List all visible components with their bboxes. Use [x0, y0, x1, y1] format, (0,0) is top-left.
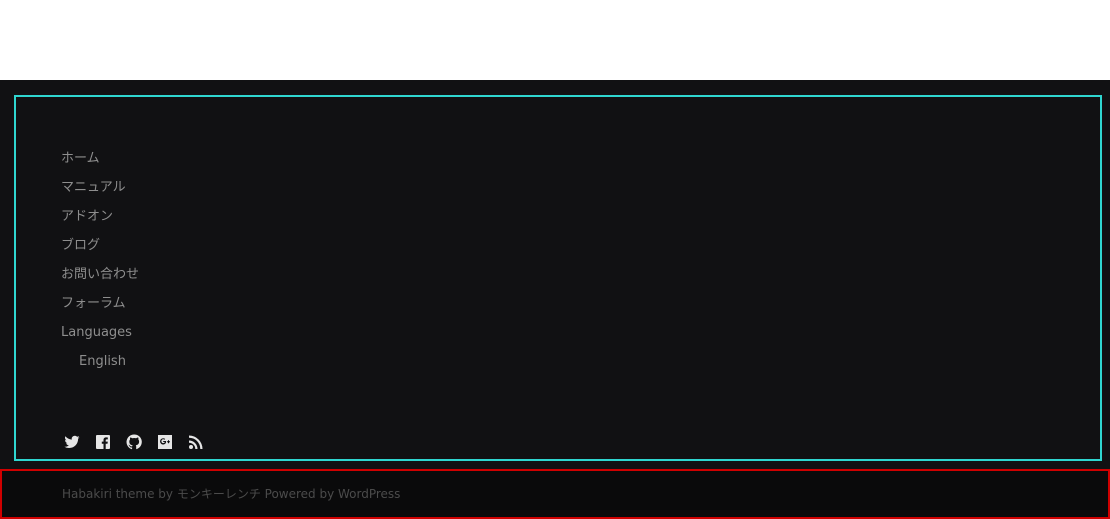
site-info-bar: Habakiri theme by モンキーレンチ Powered by Wor…: [0, 469, 1110, 519]
rss-icon[interactable]: [186, 432, 205, 451]
menu-item-addons[interactable]: アドオン: [61, 202, 139, 231]
google-plus-icon[interactable]: [155, 432, 174, 451]
github-icon[interactable]: [124, 432, 143, 451]
menu-item-languages[interactable]: Languages: [61, 318, 139, 347]
social-links: [62, 432, 205, 451]
menu-item-blog[interactable]: ブログ: [61, 231, 139, 260]
footer-widget-area: ホーム マニュアル アドオン ブログ お問い合わせ フォーラム Language…: [14, 95, 1102, 461]
site-info-text: Habakiri theme by モンキーレンチ Powered by Wor…: [62, 487, 401, 501]
footer-menu: ホーム マニュアル アドオン ブログ お問い合わせ フォーラム Language…: [61, 144, 139, 376]
menu-item-manual[interactable]: マニュアル: [61, 173, 139, 202]
menu-item-contact[interactable]: お問い合わせ: [61, 260, 139, 289]
twitter-icon[interactable]: [62, 432, 81, 451]
site-footer: ホーム マニュアル アドオン ブログ お問い合わせ フォーラム Language…: [0, 80, 1110, 519]
menu-item-home[interactable]: ホーム: [61, 144, 139, 173]
page-top-blank: [0, 0, 1110, 80]
menu-item-forum[interactable]: フォーラム: [61, 289, 139, 318]
menu-item-english[interactable]: English: [61, 347, 139, 376]
facebook-icon[interactable]: [93, 432, 112, 451]
